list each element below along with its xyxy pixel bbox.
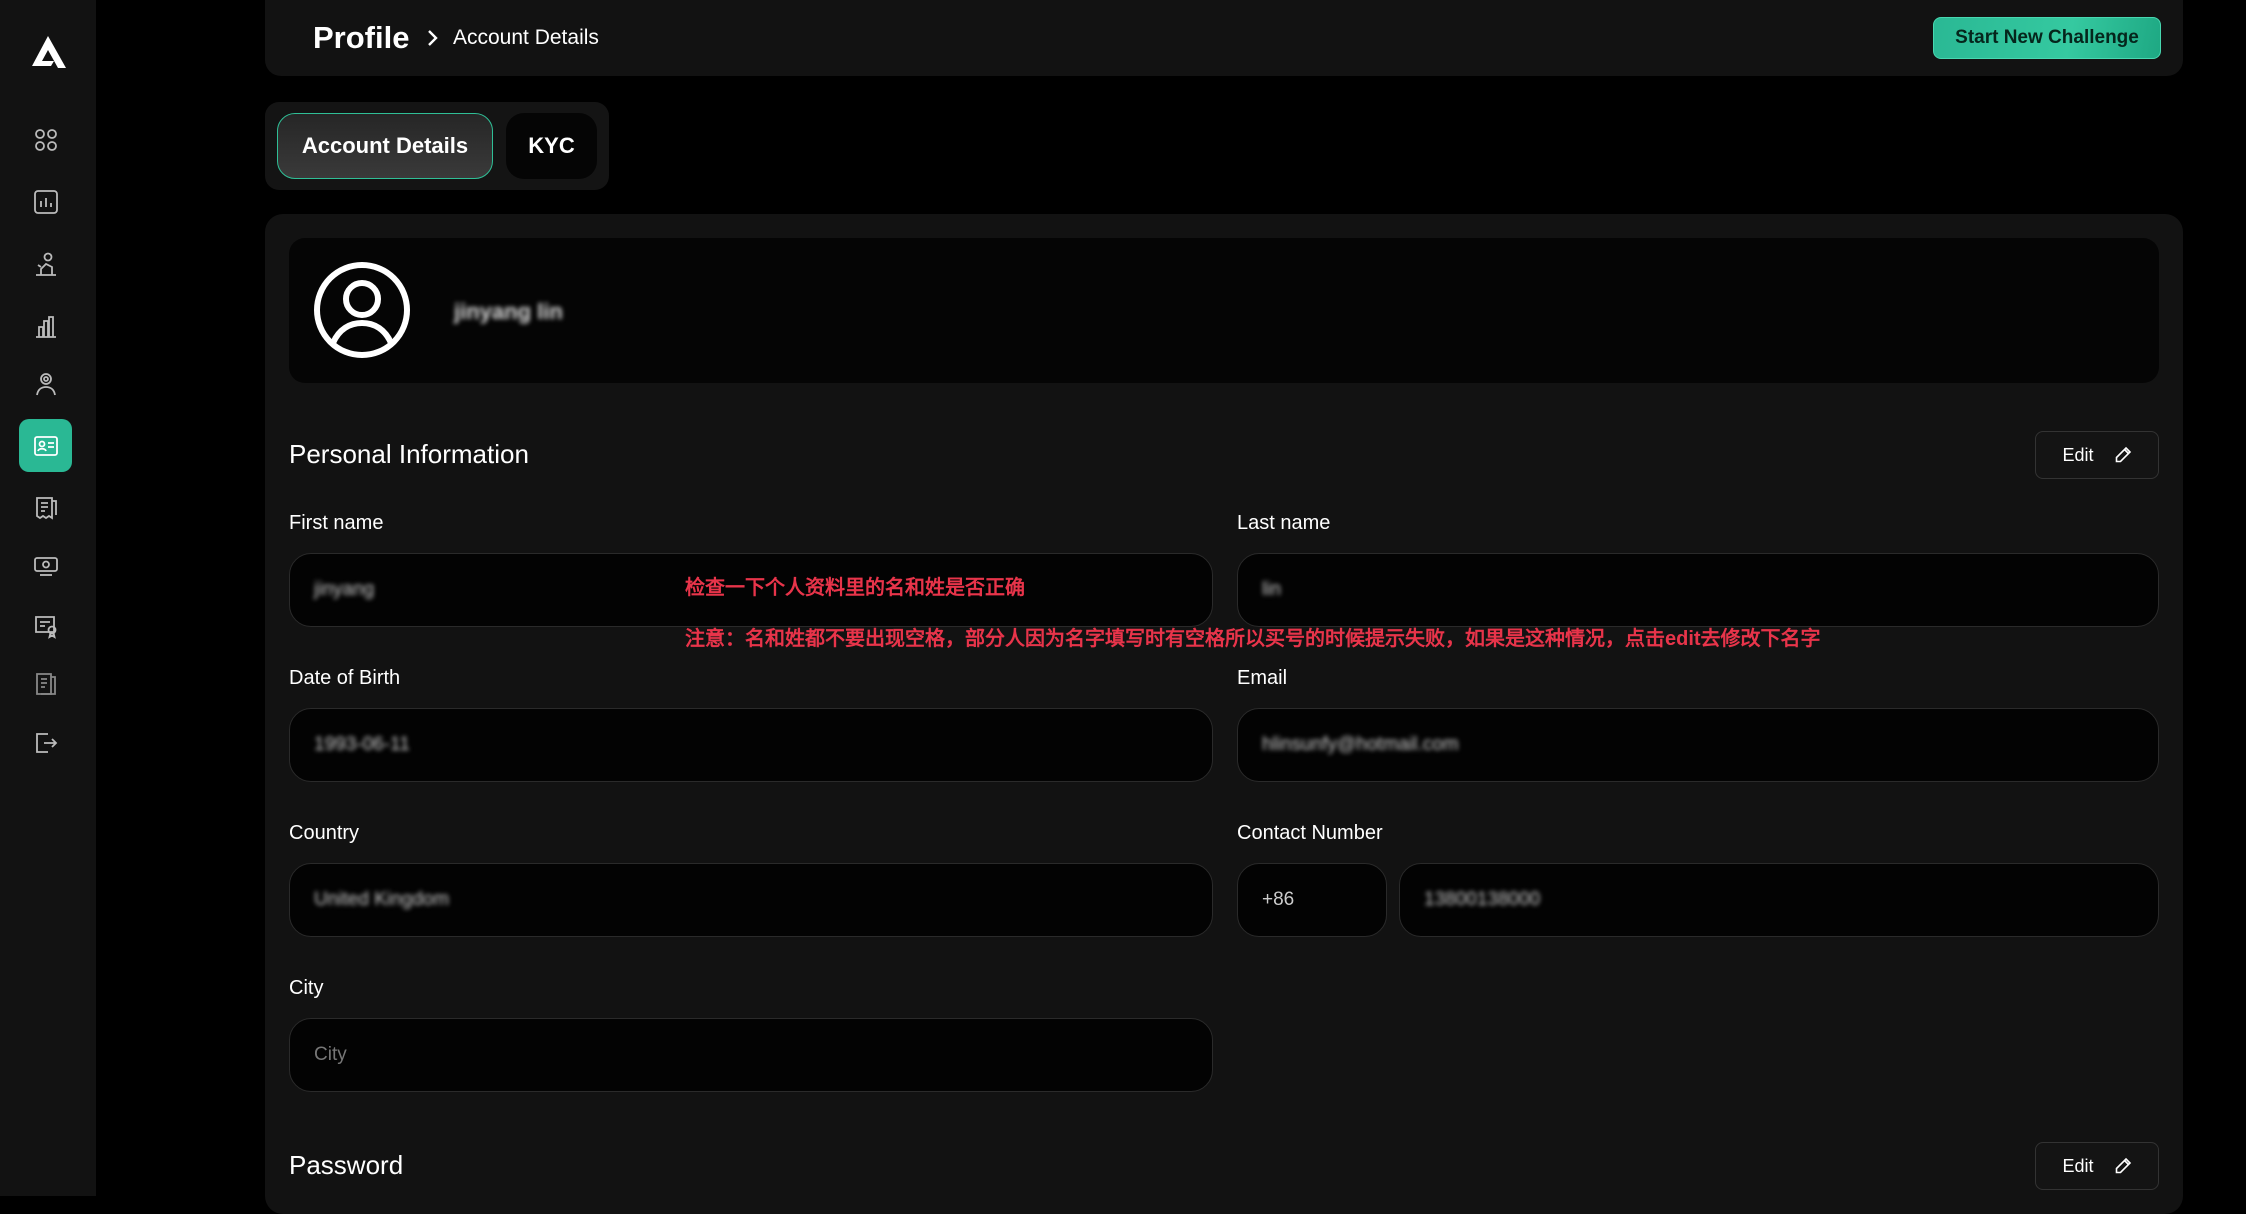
last-name-label: Last name [1237, 512, 1331, 534]
page-title: Profile [313, 20, 410, 55]
start-new-challenge-button[interactable]: Start New Challenge [1933, 17, 2161, 59]
document-icon[interactable] [19, 657, 72, 710]
phone-number-value: 13800138000 [1424, 889, 1541, 910]
phone-number-field[interactable]: 13800138000 [1399, 863, 2159, 937]
city-label: City [289, 977, 324, 999]
last-name-value: lin [1262, 579, 1282, 600]
first-name-value: jinyang [314, 579, 375, 600]
id-card-icon[interactable] [19, 419, 72, 472]
password-title: Password [289, 1150, 404, 1180]
brand-logo-icon[interactable] [28, 34, 68, 70]
top-bar: Profile Account Details Start New Challe… [265, 0, 2183, 76]
tab-bar: Account Details KYC [265, 102, 609, 190]
tab-kyc[interactable]: KYC [506, 113, 597, 179]
dob-field[interactable]: 1993-06-11 [289, 708, 1213, 782]
edit-label: Edit [2062, 1155, 2094, 1176]
city-field[interactable]: City [289, 1018, 1213, 1092]
user-avatar-icon [314, 262, 410, 358]
receipt-icon[interactable] [19, 481, 72, 534]
chart-box-icon[interactable] [19, 175, 72, 228]
country-code-value: +86 [1262, 889, 1295, 910]
last-name-field[interactable]: lin [1237, 553, 2159, 627]
grid-icon[interactable] [19, 113, 72, 166]
account-details-panel: jinyang lin Personal Information Edit Fi… [265, 214, 2183, 1214]
city-placeholder: City [314, 1044, 347, 1065]
bar-chart-icon[interactable] [19, 299, 72, 352]
country-value: United Kingdom [314, 889, 450, 910]
users-network-icon[interactable] [19, 357, 72, 410]
dob-label: Date of Birth [289, 667, 401, 689]
personal-information-title: Personal Information [289, 439, 529, 469]
country-code-field[interactable]: +86 [1237, 863, 1387, 937]
pencil-icon [2115, 1157, 2131, 1174]
breadcrumb-current: Account Details [453, 26, 599, 49]
country-label: Country [289, 822, 360, 844]
email-field[interactable]: hlinsunfy@hotmail.com [1237, 708, 2159, 782]
sidebar [0, 0, 96, 1196]
chevron-right-icon [428, 30, 438, 46]
dob-value: 1993-06-11 [314, 734, 410, 755]
tab-account-details[interactable]: Account Details [277, 113, 493, 179]
email-value: hlinsunfy@hotmail.com [1262, 734, 1459, 755]
edit-password-button[interactable]: Edit [2035, 1142, 2159, 1190]
trader-icon[interactable] [19, 237, 72, 290]
annotation-note-1: 检查一下个人资料里的名和姓是否正确 [685, 577, 1025, 599]
profile-name: jinyang lin [454, 299, 563, 324]
contact-number-label: Contact Number [1237, 822, 1383, 844]
money-icon[interactable] [19, 539, 72, 592]
pencil-icon [2115, 446, 2131, 463]
edit-personal-button[interactable]: Edit [2035, 431, 2159, 479]
logout-icon[interactable] [19, 716, 72, 769]
country-field[interactable]: United Kingdom [289, 863, 1213, 937]
certificate-icon[interactable] [19, 599, 72, 652]
annotation-note-2: 注意：名和姓都不要出现空格，部分人因为名字填写时有空格所以买号的时候提示失败，如… [685, 628, 1821, 650]
profile-card: jinyang lin [289, 238, 2159, 383]
edit-label: Edit [2062, 444, 2094, 465]
first-name-label: First name [289, 512, 384, 534]
email-label: Email [1237, 667, 1288, 689]
